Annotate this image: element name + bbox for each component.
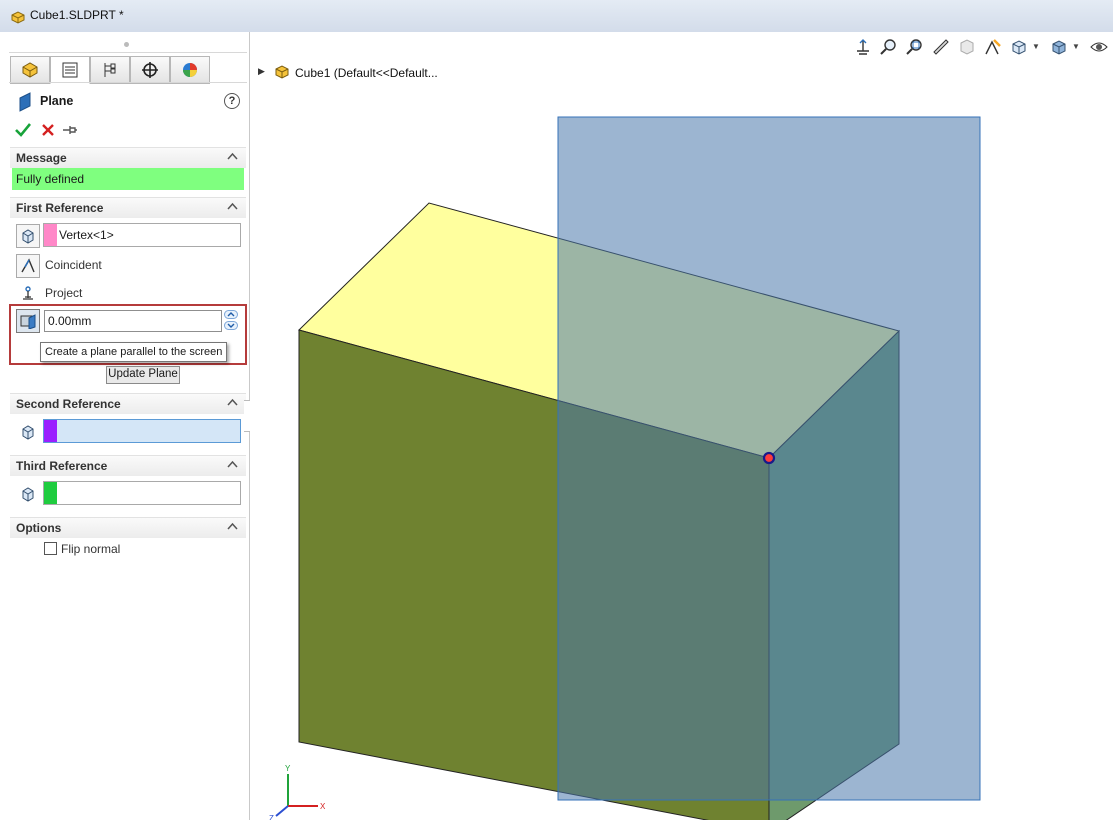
parallel-to-screen-icon	[20, 314, 36, 329]
second-reference-section-header[interactable]: Second Reference	[10, 393, 246, 414]
previous-view-icon[interactable]	[932, 38, 950, 59]
third-reference-icon	[16, 482, 40, 506]
first-reference-value: Vertex<1>	[59, 228, 114, 242]
feature-title-label: Plane	[40, 94, 74, 108]
cancel-button[interactable]	[40, 122, 56, 141]
tab-displaymanager[interactable]	[170, 56, 210, 84]
chevron-down-icon[interactable]: ▼	[1072, 42, 1080, 51]
triad-z-label: Z	[269, 814, 274, 820]
first-reference-section-header[interactable]: First Reference	[10, 197, 246, 218]
section-view-icon[interactable]	[958, 38, 976, 59]
second-reference-icon	[16, 420, 40, 444]
flip-normal-checkbox[interactable]	[44, 542, 57, 555]
third-reference-selection[interactable]	[43, 481, 241, 505]
featuremanager-icon	[22, 62, 38, 78]
title-bar: Cube1.SLDPRT *	[0, 0, 1113, 33]
propertymanager-icon	[62, 62, 78, 78]
update-plane-button[interactable]: Update Plane	[106, 366, 180, 384]
flip-normal-label: Flip normal	[61, 542, 121, 556]
chevron-up-icon	[227, 522, 238, 530]
pushpin-button[interactable]	[62, 122, 78, 141]
display-manager-icon	[183, 63, 197, 77]
options-section-header[interactable]: Options	[10, 517, 246, 538]
chevron-down-icon[interactable]: ▼	[1032, 42, 1040, 51]
property-manager-panel: Plane ? Message Fully defined First Refe…	[0, 32, 250, 820]
first-reference-selection[interactable]: Vertex<1>	[43, 223, 241, 247]
first-reference-icon	[16, 224, 40, 248]
chevron-down-icon	[227, 323, 235, 328]
project-button[interactable]	[16, 282, 40, 306]
hide-show-icon[interactable]	[1090, 38, 1108, 59]
zoom-to-fit-icon[interactable]	[880, 38, 898, 59]
view-setting-icon[interactable]	[1010, 38, 1028, 59]
display-style-icon[interactable]	[1050, 38, 1068, 59]
model-scene	[298, 116, 981, 820]
reference-cube-icon	[22, 487, 34, 502]
project-icon	[23, 286, 33, 300]
tooltip: Create a plane parallel to the screen	[40, 342, 228, 362]
spin-up-button[interactable]	[224, 310, 238, 319]
coordinate-triad: Y X Z	[268, 762, 338, 820]
distance-value: 0.00mm	[48, 314, 92, 328]
second-reference-swatch	[44, 420, 57, 442]
zoom-area-icon[interactable]	[906, 38, 924, 59]
configuration-icon	[104, 63, 116, 77]
divider	[9, 82, 247, 83]
panel-grip[interactable]	[124, 42, 129, 47]
graphics-area[interactable]: ▶ Cube1 (Default<<Default... ▼ ▼ Y X Z	[250, 32, 1113, 820]
tab-propertymanager[interactable]	[50, 56, 90, 84]
spin-down-button[interactable]	[224, 321, 238, 330]
triad-y-label: Y	[285, 764, 291, 773]
distance-spinner[interactable]	[224, 310, 238, 330]
view-orientation-icon[interactable]	[854, 38, 872, 59]
dimxpert-icon	[142, 62, 158, 78]
close-icon	[42, 124, 54, 136]
part-icon	[275, 65, 289, 79]
chevron-up-icon	[227, 152, 238, 160]
tab-configurationmanager[interactable]	[90, 56, 130, 84]
triad-x-label: X	[320, 802, 326, 811]
pushpin-icon	[63, 126, 77, 134]
help-icon[interactable]: ?	[224, 93, 240, 109]
dynamic-annotation-icon[interactable]	[984, 38, 1002, 59]
message-section-header[interactable]: Message	[10, 147, 246, 168]
chevron-up-icon	[227, 460, 238, 468]
plane-icon	[19, 92, 31, 112]
chevron-up-icon	[227, 312, 235, 317]
status-message-text: Fully defined	[16, 172, 85, 186]
first-reference-swatch	[44, 224, 57, 246]
ok-button[interactable]	[14, 122, 32, 141]
checkmark-icon	[15, 123, 32, 137]
coincident-icon	[21, 258, 35, 273]
tab-featuremanager[interactable]	[10, 56, 50, 84]
expand-arrow-icon[interactable]: ▶	[258, 66, 265, 77]
distance-input[interactable]: 0.00mm	[44, 310, 222, 332]
reference-cube-icon	[22, 229, 34, 244]
chevron-up-icon	[227, 202, 238, 210]
window-title: Cube1.SLDPRT *	[30, 8, 124, 22]
divider	[9, 52, 247, 53]
reference-cube-icon	[22, 425, 34, 440]
part-document-icon	[10, 10, 26, 27]
third-reference-swatch	[44, 482, 57, 504]
third-reference-section-header[interactable]: Third Reference	[10, 455, 246, 476]
status-message: Fully defined	[12, 168, 244, 190]
coincident-button[interactable]	[16, 254, 40, 278]
selected-vertex	[762, 451, 776, 465]
tab-dimxpertmanager[interactable]	[130, 56, 170, 84]
feature-tree-root: Cube1 (Default<<Default...	[295, 66, 438, 80]
parallel-to-screen-button[interactable]	[16, 309, 40, 333]
second-reference-selection[interactable]	[43, 419, 241, 443]
chevron-up-icon	[227, 398, 238, 406]
